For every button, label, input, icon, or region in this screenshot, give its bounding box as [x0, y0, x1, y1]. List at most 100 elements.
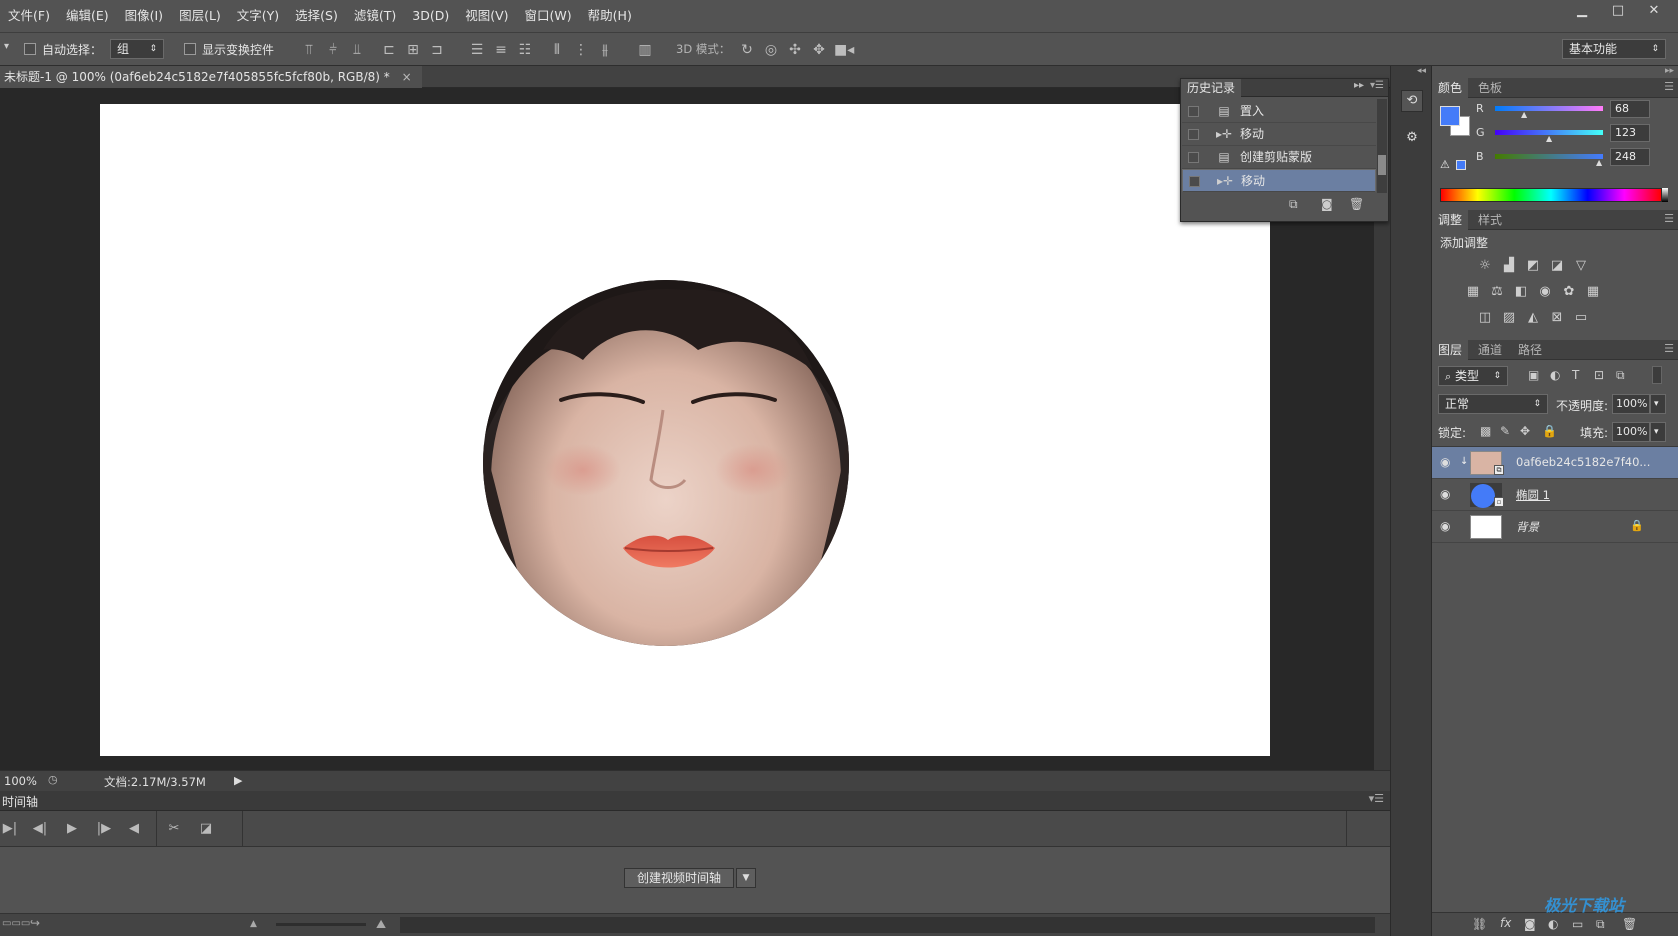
- show-transform-checkbox[interactable]: [184, 43, 196, 55]
- lock-position-icon[interactable]: ✥: [1520, 424, 1530, 438]
- b-value-input[interactable]: 248: [1610, 148, 1650, 166]
- snapshot-checkbox[interactable]: [1188, 129, 1199, 140]
- filter-smart-object-icon[interactable]: ⧉: [1616, 368, 1625, 383]
- black-white-ramp[interactable]: [1662, 188, 1668, 202]
- menu-select[interactable]: 选择(S): [287, 0, 346, 32]
- distribute-left-icon[interactable]: ⫴: [548, 41, 566, 59]
- 3d-pan-icon[interactable]: ✣: [786, 41, 804, 59]
- r-value-input[interactable]: 68: [1610, 100, 1650, 118]
- timeline-title[interactable]: 时间轴: [2, 793, 38, 810]
- menu-window[interactable]: 窗口(W): [517, 0, 580, 32]
- 3d-scale-icon[interactable]: ■◂: [834, 41, 854, 59]
- transition-icon[interactable]: ◪: [196, 820, 216, 838]
- gamut-warning-icon[interactable]: ⚠: [1440, 158, 1450, 171]
- snapshot-checkbox[interactable]: [1189, 176, 1200, 187]
- zoom-level[interactable]: 100%: [4, 774, 37, 788]
- filter-type-icon[interactable]: T: [1572, 368, 1579, 382]
- properties-dock-icon[interactable]: ⚙: [1401, 128, 1423, 150]
- mute-icon[interactable]: ◀: [124, 820, 144, 838]
- collapse-panels-icon[interactable]: ▸▸: [1665, 66, 1674, 76]
- lock-image-icon[interactable]: ✎: [1500, 424, 1510, 438]
- menu-file[interactable]: 文件(F): [0, 0, 58, 32]
- menu-help[interactable]: 帮助(H): [580, 0, 640, 32]
- align-hcenter-icon[interactable]: ⊞: [404, 41, 422, 59]
- history-scroll-thumb[interactable]: [1378, 155, 1386, 175]
- history-item[interactable]: ▤ 置入: [1182, 100, 1376, 123]
- workspace-dropdown[interactable]: 基本功能 ⇕: [1562, 39, 1666, 59]
- maximize-button[interactable]: □: [1600, 0, 1636, 22]
- align-right-icon[interactable]: ⊐: [428, 41, 446, 59]
- layer-name[interactable]: 0af6eb24c5182e7f40...: [1516, 455, 1650, 469]
- panel-menu-icon[interactable]: ☰: [1664, 212, 1674, 225]
- create-video-timeline-button[interactable]: 创建视频时间轴: [624, 868, 734, 888]
- minimize-button[interactable]: ▁: [1564, 0, 1600, 22]
- threshold-icon[interactable]: ◭: [1524, 310, 1542, 326]
- tab-swatches[interactable]: 色板: [1472, 78, 1508, 98]
- distribute-right-icon[interactable]: ⫵: [596, 41, 614, 59]
- panel-menu-icon[interactable]: ▾☰: [1369, 792, 1384, 805]
- history-scrollbar[interactable]: [1377, 99, 1387, 193]
- panel-menu-icon[interactable]: ☰: [1664, 342, 1674, 355]
- timeline-dropdown-arrow-icon[interactable]: ▼: [736, 868, 756, 888]
- align-bottom-icon[interactable]: ⫫: [348, 41, 366, 59]
- auto-select-dropdown[interactable]: 组 ⇕: [110, 39, 164, 59]
- filter-toggle-switch[interactable]: [1652, 366, 1662, 384]
- history-dock-icon[interactable]: ⟲: [1401, 90, 1423, 112]
- align-vcenter-icon[interactable]: ⫩: [324, 41, 342, 59]
- tab-channels[interactable]: 通道: [1472, 340, 1508, 360]
- web-safe-swatch[interactable]: [1456, 160, 1466, 170]
- convert-arrow-icon[interactable]: ↪: [30, 916, 40, 930]
- brightness-icon[interactable]: ☼: [1476, 258, 1494, 274]
- layer-row-background[interactable]: ◉ 背景 🔒: [1432, 511, 1678, 543]
- distribute-vcenter-icon[interactable]: ≡: [492, 41, 510, 59]
- layer-row-photo[interactable]: ◉ ↓ ⧉ 0af6eb24c5182e7f40...: [1432, 447, 1678, 479]
- timeline-zoom-slider[interactable]: [276, 923, 366, 926]
- opacity-input[interactable]: 100%: [1612, 394, 1650, 414]
- layer-name[interactable]: 椭圆 1: [1516, 487, 1550, 503]
- delete-layer-icon[interactable]: 🗑: [1622, 917, 1637, 931]
- vibrance-icon[interactable]: ▽: [1572, 258, 1590, 274]
- hue-saturation-icon[interactable]: ▦: [1464, 284, 1482, 300]
- zoom-out-icon[interactable]: ▲: [250, 919, 257, 929]
- opacity-dropdown-arrow-icon[interactable]: ▾: [1650, 394, 1666, 414]
- history-tab[interactable]: 历史记录: [1181, 79, 1242, 97]
- tab-paths[interactable]: 路径: [1512, 340, 1548, 360]
- fill-input[interactable]: 100%: [1612, 422, 1650, 442]
- black-white-icon[interactable]: ◧: [1512, 284, 1530, 300]
- lock-all-icon[interactable]: 🔒: [1542, 424, 1557, 438]
- close-tab-icon[interactable]: ×: [402, 70, 412, 84]
- color-balance-icon[interactable]: ⚖: [1488, 284, 1506, 300]
- history-item-selected[interactable]: ▸✛ 移动: [1182, 169, 1376, 192]
- filter-pixel-icon[interactable]: ▣: [1528, 368, 1539, 382]
- b-slider-thumb[interactable]: ▲: [1596, 158, 1602, 167]
- menu-3d[interactable]: 3D(D): [404, 0, 457, 32]
- layer-style-fx-icon[interactable]: fx: [1500, 916, 1511, 930]
- blend-mode-dropdown[interactable]: 正常 ⇕: [1438, 394, 1548, 414]
- exposure-icon[interactable]: ◪: [1548, 258, 1566, 274]
- g-slider-thumb[interactable]: ▲: [1546, 134, 1552, 143]
- tab-color[interactable]: 颜色: [1432, 78, 1469, 98]
- auto-select-checkbox[interactable]: [24, 43, 36, 55]
- scissors-icon[interactable]: ✂: [164, 820, 184, 838]
- next-frame-icon[interactable]: |▶: [94, 820, 114, 838]
- menu-edit[interactable]: 编辑(E): [58, 0, 117, 32]
- document-tab[interactable]: 未标题-1 @ 100% (0af6eb24c5182e7f405855fc5f…: [0, 66, 422, 88]
- panel-menu-icon[interactable]: ☰: [1664, 80, 1674, 93]
- visibility-eye-icon[interactable]: ◉: [1440, 455, 1450, 469]
- menu-type[interactable]: 文字(Y): [229, 0, 287, 32]
- visibility-eye-icon[interactable]: ◉: [1440, 519, 1450, 533]
- trash-icon[interactable]: 🗑: [1349, 197, 1364, 211]
- new-layer-icon[interactable]: ⧉: [1596, 917, 1605, 932]
- go-first-frame-icon[interactable]: ▶|: [0, 820, 20, 838]
- filter-shape-icon[interactable]: ⊡: [1594, 368, 1604, 382]
- tab-layers[interactable]: 图层: [1432, 340, 1469, 360]
- curves-icon[interactable]: ◩: [1524, 258, 1542, 274]
- tab-adjustments[interactable]: 调整: [1432, 210, 1469, 230]
- color-spectrum-bar[interactable]: [1440, 188, 1662, 202]
- levels-icon[interactable]: ▟: [1500, 258, 1518, 274]
- photo-filter-icon[interactable]: ◉: [1536, 284, 1554, 300]
- layer-filter-dropdown[interactable]: ⌕ 类型 ⇕: [1438, 366, 1508, 386]
- play-icon[interactable]: ▶: [62, 820, 82, 838]
- camera-icon[interactable]: ◙: [1321, 197, 1333, 211]
- frame-animation-icon[interactable]: ▭▭▭: [2, 918, 30, 929]
